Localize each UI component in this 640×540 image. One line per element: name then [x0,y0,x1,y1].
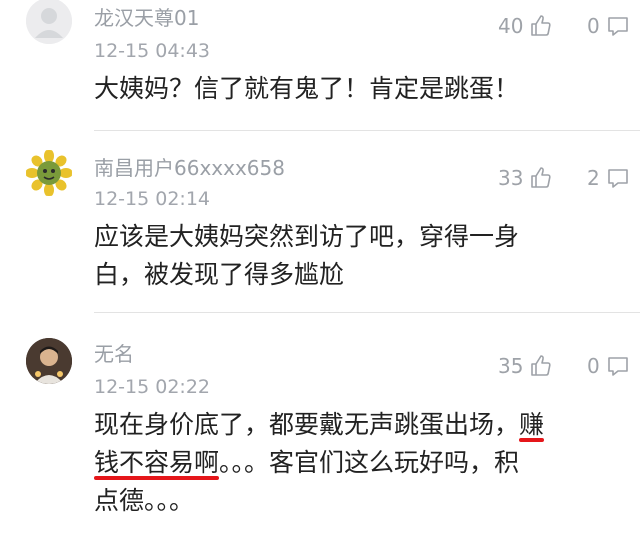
reply-count: 0 [587,14,600,38]
thumbs-up-icon [531,355,552,376]
comment-bubble-icon [607,169,628,188]
avatar[interactable] [26,150,72,196]
user-placeholder-icon [26,0,72,44]
divider [94,130,640,131]
underlined-text: 钱不容易啊 [94,448,220,477]
comment-item: 龙汉天尊01 12-15 04:43 40 0 大姨妈？信了就有鬼了！肯定是跳蛋… [0,0,640,130]
thumbs-up-icon [531,167,552,188]
reply-button[interactable]: 2 [587,164,630,192]
like-count: 40 [498,14,524,38]
comment-text-line: 白，被发现了得多尴尬 [94,260,345,289]
reply-button[interactable]: 0 [587,12,630,40]
like-count: 35 [498,354,524,378]
comment-time: 12-15 02:14 [94,188,211,210]
comment-text-line: 应该是大姨妈突然到访了吧，穿得一身 [94,222,520,251]
comment-item: 南昌用户66xxxx658 12-15 02:14 33 2 应该是大姨妈突然到… [0,140,640,300]
comment-bubble-icon [607,17,628,36]
reply-count: 0 [587,354,600,378]
comment-time: 12-15 02:22 [94,376,211,398]
comment-text-line: 现在身价底了，都要戴无声跳蛋出场，赚 [94,406,624,444]
thumbs-up-icon [531,15,552,36]
sunflower-avatar-icon [26,150,72,196]
comment-text: 大姨妈？信了就有鬼了！肯定是跳蛋！ [94,74,520,103]
reply-count: 2 [587,166,600,190]
comment-text-segment: 。。。客官们这么玩好吗，积 [219,448,520,477]
like-button[interactable]: 33 [498,164,553,192]
like-button[interactable]: 35 [498,352,553,380]
comment-text-segment: 现在身价底了，都要戴无声跳蛋出场， [94,410,520,439]
avatar[interactable] [26,0,72,44]
comment-username[interactable]: 南昌用户66xxxx658 [94,152,285,181]
divider [94,312,640,313]
underlined-text: 赚 [519,410,545,439]
comment-text-line: 点德。。。 [94,486,195,515]
comment-time: 12-15 04:43 [94,40,211,62]
comment-text-line: 钱不容易啊。。。客官们这么玩好吗，积 [94,444,624,482]
like-count: 33 [498,166,524,190]
avatar[interactable] [26,338,72,384]
photo-avatar-icon [26,338,72,384]
like-button[interactable]: 40 [498,12,553,40]
comment-username[interactable]: 无名 [94,338,134,367]
comment-username[interactable]: 龙汉天尊01 [94,2,199,31]
comment-bubble-icon [607,357,628,376]
comment-item: 无名 12-15 02:22 35 0 现在身价底了，都要戴无声跳蛋出场，赚 钱… [0,320,640,540]
comment-text: 现在身价底了，都要戴无声跳蛋出场，赚 钱不容易啊。。。客官们这么玩好吗，积 点德… [94,406,624,520]
comment-text: 应该是大姨妈突然到访了吧，穿得一身 白，被发现了得多尴尬 [94,218,624,294]
reply-button[interactable]: 0 [587,352,630,380]
